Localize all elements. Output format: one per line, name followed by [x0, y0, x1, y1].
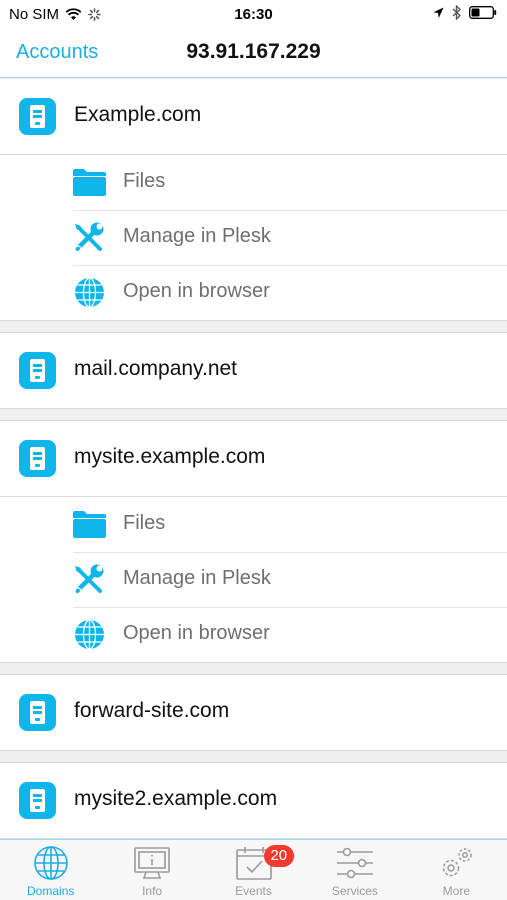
domain-actions: Files Manage in Plesk Open in browser	[0, 155, 507, 321]
tools-icon	[74, 564, 104, 595]
domain-name: mail.company.net	[74, 357, 238, 380]
domain-name: Example.com	[74, 103, 202, 126]
monitor-info-icon	[134, 847, 170, 879]
action-manage-in-plesk[interactable]: Manage in Plesk	[0, 210, 507, 265]
tab-label: Events	[235, 884, 272, 898]
events-badge: 20	[263, 845, 294, 867]
domain-icon	[19, 98, 56, 135]
page-title: 93.91.167.229	[186, 40, 321, 63]
action-label: Manage in Plesk	[123, 225, 271, 247]
action-open-in-browser[interactable]: Open in browser	[0, 265, 507, 320]
section-gap	[0, 751, 507, 763]
action-label: Files	[123, 512, 166, 534]
tab-label: More	[442, 884, 470, 898]
domain-name: mysite2.example.com	[74, 787, 278, 810]
domain-row[interactable]: mysite2.example.com	[0, 763, 507, 839]
domain-icon	[19, 352, 56, 389]
action-label: Open in browser	[123, 280, 270, 302]
action-files[interactable]: Files	[0, 155, 507, 210]
tab-more[interactable]: More	[406, 840, 507, 900]
gears-icon	[443, 848, 473, 877]
domain-row[interactable]: mail.company.net	[0, 333, 507, 409]
domain-icon	[19, 694, 56, 731]
section-gap	[0, 663, 507, 675]
action-label: Open in browser	[123, 622, 270, 644]
domain-icon	[19, 782, 56, 819]
bluetooth-icon	[452, 5, 461, 20]
globe-icon	[33, 846, 68, 880]
tab-events[interactable]: 20 Events	[203, 840, 304, 900]
section-gap	[0, 321, 507, 333]
globe-icon	[75, 277, 104, 308]
domain-row[interactable]: Example.com	[0, 79, 507, 155]
tab-info[interactable]: Info	[101, 840, 202, 900]
tab-services[interactable]: Services	[304, 840, 405, 900]
tab-label: Info	[142, 884, 163, 898]
folder-icon	[73, 511, 106, 538]
status-right	[433, 5, 497, 20]
action-label: Manage in Plesk	[123, 567, 271, 589]
tools-icon	[74, 222, 104, 253]
domain-list[interactable]: Example.com Files Manage in Plesk Open i…	[0, 79, 507, 839]
action-open-in-browser[interactable]: Open in browser	[0, 607, 507, 662]
location-arrow-icon	[433, 7, 444, 18]
domain-row[interactable]: forward-site.com	[0, 675, 507, 751]
battery-icon	[469, 6, 497, 19]
tab-label: Domains	[27, 884, 75, 898]
domain-row[interactable]: mysite.example.com	[0, 421, 507, 497]
tab-label: Services	[331, 884, 378, 898]
action-files[interactable]: Files	[0, 497, 507, 552]
tab-bar: Domains Info 20 Events Services More	[0, 839, 507, 900]
folder-icon	[73, 169, 106, 196]
domain-actions: Files Manage in Plesk Open in browser	[0, 497, 507, 663]
domain-name: forward-site.com	[74, 699, 230, 722]
domain-name: mysite.example.com	[74, 445, 266, 468]
section-gap	[0, 409, 507, 421]
clock: 16:30	[234, 6, 273, 23]
action-label: Files	[123, 170, 166, 192]
tab-domains[interactable]: Domains	[0, 840, 101, 900]
domain-icon	[19, 440, 56, 477]
globe-icon	[75, 619, 104, 650]
sliders-icon	[336, 847, 373, 879]
status-bar: No SIM 16:30	[0, 0, 507, 30]
navigation-bar: Accounts 93.91.167.229	[0, 30, 507, 78]
action-manage-in-plesk[interactable]: Manage in Plesk	[0, 552, 507, 607]
